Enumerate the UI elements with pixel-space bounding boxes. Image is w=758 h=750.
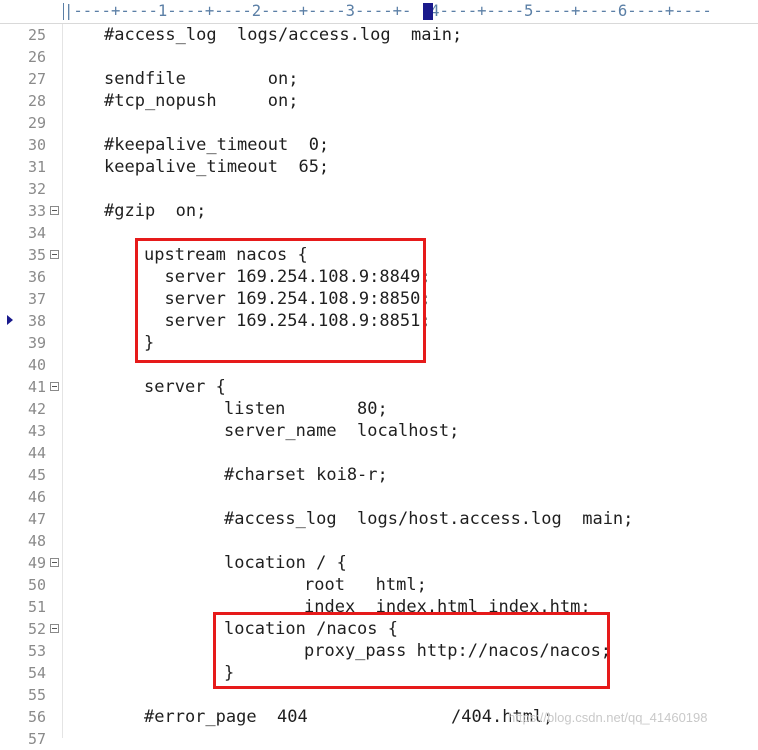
- code-line[interactable]: 29: [0, 112, 758, 134]
- ruler-cursor-indicator: [423, 3, 433, 20]
- code-text: server 169.254.108.9:8850;: [144, 289, 431, 309]
- line-number: 33: [27, 202, 46, 220]
- line-number: 56: [27, 708, 46, 726]
- line-number: 50: [27, 576, 46, 594]
- line-number: 30: [27, 136, 46, 154]
- line-number: 43: [27, 422, 46, 440]
- code-line[interactable]: 26: [0, 46, 758, 68]
- code-text: }: [144, 333, 155, 353]
- code-line[interactable]: 25 #access_log logs/access.log main;: [0, 24, 758, 46]
- code-line[interactable]: 48: [0, 530, 758, 552]
- code-line[interactable]: 40: [0, 354, 758, 376]
- line-number: 31: [27, 158, 46, 176]
- column-ruler: |----+----1----+----2----+----3----+- -4…: [0, 0, 758, 24]
- fold-collapse-icon[interactable]: [50, 382, 59, 391]
- line-number: 35: [27, 246, 46, 264]
- code-line[interactable]: 41 server {: [0, 376, 758, 398]
- code-line[interactable]: 37 server 169.254.108.9:8850;: [0, 288, 758, 310]
- code-line[interactable]: 47 #access_log logs/host.access.log main;: [0, 508, 758, 530]
- code-line[interactable]: 57: [0, 728, 758, 750]
- line-number: 27: [27, 70, 46, 88]
- code-line[interactable]: 54}: [0, 662, 758, 684]
- code-line[interactable]: 36 server 169.254.108.9:8849;: [0, 266, 758, 288]
- code-line[interactable]: 35 upstream nacos {: [0, 244, 758, 266]
- code-line[interactable]: 51 index index.html index.htm;: [0, 596, 758, 618]
- code-line[interactable]: 31 keepalive_timeout 65;: [0, 156, 758, 178]
- line-number: 41: [27, 378, 46, 396]
- line-number: 38: [27, 312, 46, 330]
- code-text: server 169.254.108.9:8851;: [144, 311, 431, 331]
- code-text: #access_log logs/access.log main;: [104, 25, 463, 45]
- line-number: 29: [27, 114, 46, 132]
- line-number: 25: [27, 26, 46, 44]
- line-number: 55: [27, 686, 46, 704]
- code-line[interactable]: 53 proxy_pass http://nacos/nacos;: [0, 640, 758, 662]
- code-line[interactable]: 52 location /nacos {: [0, 618, 758, 640]
- line-number: 28: [27, 92, 46, 110]
- line-number: 40: [27, 356, 46, 374]
- fold-collapse-icon[interactable]: [50, 206, 59, 215]
- line-number: 47: [27, 510, 46, 528]
- code-line[interactable]: 28 #tcp_nopush on;: [0, 90, 758, 112]
- code-line[interactable]: 43 server_name localhost;: [0, 420, 758, 442]
- code-line[interactable]: 45 #charset koi8-r;: [0, 464, 758, 486]
- code-line[interactable]: 27 sendfile on;: [0, 68, 758, 90]
- code-line[interactable]: 46: [0, 486, 758, 508]
- code-line[interactable]: 50 root html;: [0, 574, 758, 596]
- line-number: 49: [27, 554, 46, 572]
- line-number: 45: [27, 466, 46, 484]
- line-number: 42: [27, 400, 46, 418]
- code-text: listen 80;: [224, 399, 388, 419]
- code-text: index index.html index.htm;: [304, 597, 591, 617]
- code-text: location / {: [224, 553, 347, 573]
- line-number: 53: [27, 642, 46, 660]
- line-number: 34: [27, 224, 46, 242]
- line-number: 57: [27, 730, 46, 748]
- line-number: 54: [27, 664, 46, 682]
- code-line[interactable]: 42 listen 80;: [0, 398, 758, 420]
- watermark: https://blog.csdn.net/qq_41460198: [508, 710, 708, 725]
- line-number: 37: [27, 290, 46, 308]
- code-text: sendfile on;: [104, 69, 299, 89]
- line-number: 46: [27, 488, 46, 506]
- code-line[interactable]: 39}: [0, 332, 758, 354]
- line-number: 39: [27, 334, 46, 352]
- fold-collapse-icon[interactable]: [50, 558, 59, 567]
- line-number: 52: [27, 620, 46, 638]
- code-text: server 169.254.108.9:8849;: [144, 267, 431, 287]
- code-line[interactable]: 30 #keepalive_timeout 0;: [0, 134, 758, 156]
- line-number: 26: [27, 48, 46, 66]
- fold-collapse-icon[interactable]: [50, 624, 59, 633]
- code-text: #gzip on;: [104, 201, 207, 221]
- code-line[interactable]: 33 #gzip on;: [0, 200, 758, 222]
- code-text: server_name localhost;: [224, 421, 460, 441]
- code-line[interactable]: 49 location / {: [0, 552, 758, 574]
- code-text: }: [224, 663, 235, 683]
- line-number: 32: [27, 180, 46, 198]
- code-text: location /nacos {: [224, 619, 398, 639]
- line-number: 44: [27, 444, 46, 462]
- line-number: 36: [27, 268, 46, 286]
- line-number: 48: [27, 532, 46, 550]
- code-editor[interactable]: 25 #access_log logs/access.log main; 26 27 s…: [0, 24, 758, 748]
- ruler-scale: |----+----1----+----2----+----3----+- -4…: [64, 2, 712, 20]
- fold-collapse-icon[interactable]: [50, 250, 59, 259]
- code-text: #error_page 404 /404.html;: [144, 707, 554, 727]
- code-text: keepalive_timeout 65;: [104, 157, 330, 177]
- code-line[interactable]: 32: [0, 178, 758, 200]
- code-text: #keepalive_timeout 0;: [104, 135, 330, 155]
- code-line[interactable]: 34: [0, 222, 758, 244]
- code-text: upstream nacos {: [144, 245, 308, 265]
- code-line[interactable]: 38 server 169.254.108.9:8851;: [0, 310, 758, 332]
- code-line[interactable]: 44: [0, 442, 758, 464]
- code-text: server {: [144, 377, 226, 397]
- code-text: #access_log logs/host.access.log main;: [224, 509, 634, 529]
- code-line[interactable]: 55: [0, 684, 758, 706]
- line-number: 51: [27, 598, 46, 616]
- code-text: root html;: [304, 575, 427, 595]
- code-text: #charset koi8-r;: [224, 465, 388, 485]
- code-text: #tcp_nopush on;: [104, 91, 299, 111]
- current-line-marker-icon: [7, 315, 13, 325]
- code-text: proxy_pass http://nacos/nacos;: [304, 641, 612, 661]
